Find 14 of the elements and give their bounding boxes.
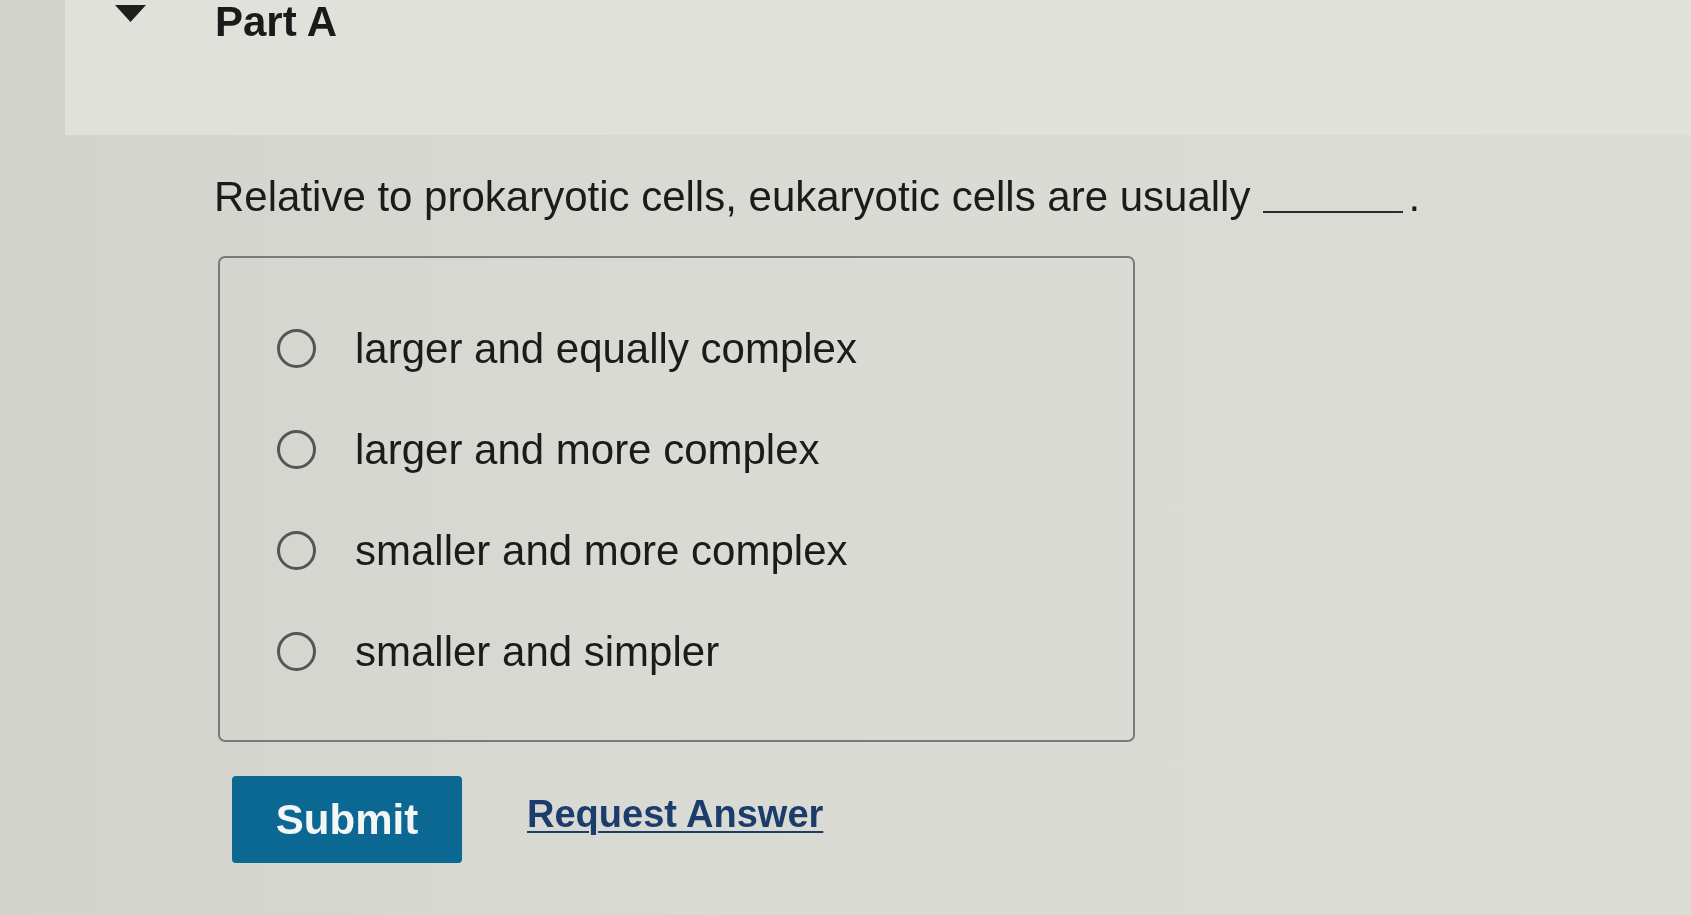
request-answer-link[interactable]: Request Answer — [527, 793, 824, 836]
radio-button[interactable] — [277, 430, 316, 469]
part-title: Part A — [215, 0, 338, 44]
option-label[interactable]: smaller and more complex — [355, 525, 848, 576]
question-text: Relative to prokaryotic cells, eukaryotic cells are usually — [214, 172, 1251, 222]
option-label[interactable]: larger and more complex — [355, 424, 820, 475]
submit-button[interactable]: Submit — [232, 776, 462, 863]
radio-button[interactable] — [277, 329, 316, 368]
question-period: . — [1408, 172, 1421, 222]
radio-button[interactable] — [277, 632, 316, 671]
option-label[interactable]: larger and equally complex — [355, 323, 857, 374]
radio-button[interactable] — [277, 531, 316, 570]
option-label[interactable]: smaller and simpler — [355, 626, 720, 677]
caret-icon[interactable] — [115, 5, 146, 22]
